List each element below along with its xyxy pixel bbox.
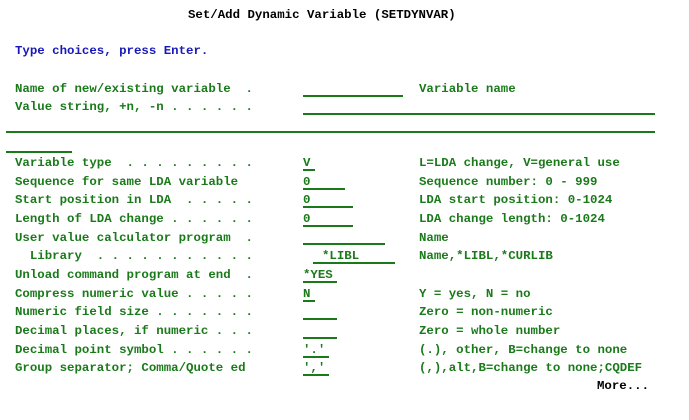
compress-numeric-underline xyxy=(303,300,315,302)
numeric-field-size-prompt: Numeric field size . . . . . . . xyxy=(15,305,253,319)
start-position-underline xyxy=(303,206,353,208)
calculator-program-help: Name xyxy=(419,231,449,245)
variable-name-prompt: Name of new/existing variable . xyxy=(15,82,253,96)
instructions: Type choices, press Enter. xyxy=(15,44,209,58)
variable-name-help: Variable name xyxy=(419,82,516,96)
value-string-continuation-line-end[interactable] xyxy=(6,151,72,153)
group-separator-prompt: Group separator; Comma/Quote ed xyxy=(15,361,246,375)
decimal-places-input[interactable] xyxy=(303,324,337,338)
sequence-underline xyxy=(303,188,345,190)
variable-type-prompt: Variable type . . . . . . . . . xyxy=(15,156,253,170)
library-underline xyxy=(313,262,395,264)
numeric-field-size-help: Zero = non-numeric xyxy=(419,305,553,319)
variable-type-help: L=LDA change, V=general use xyxy=(419,156,620,170)
screen: { "title": "Set/Add Dynamic Variable (SE… xyxy=(0,0,689,420)
compress-numeric-prompt: Compress numeric value . . . . . xyxy=(15,287,253,301)
calculator-program-prompt: User value calculator program . xyxy=(15,231,253,245)
library-prompt: Library . . . . . . . . . . . xyxy=(15,249,253,263)
value-string-underline xyxy=(303,113,655,115)
decimal-point-symbol-underline xyxy=(303,356,329,358)
numeric-field-size-input[interactable] xyxy=(303,305,337,319)
calculator-program-underline xyxy=(303,243,385,245)
compress-numeric-help: Y = yes, N = no xyxy=(419,287,531,301)
page-title: Set/Add Dynamic Variable (SETDYNVAR) xyxy=(188,8,456,22)
library-help: Name,*LIBL,*CURLIB xyxy=(419,249,553,263)
more-indicator: More... xyxy=(597,379,650,393)
decimal-point-symbol-prompt: Decimal point symbol . . . . . . xyxy=(15,343,253,357)
length-prompt: Length of LDA change . . . . . . xyxy=(15,212,253,226)
variable-name-underline xyxy=(303,95,403,97)
unload-program-prompt: Unload command program at end . xyxy=(15,268,253,282)
value-string-continuation-line[interactable] xyxy=(6,131,655,133)
start-position-help: LDA start position: 0-1024 xyxy=(419,193,613,207)
length-help: LDA change length: 0-1024 xyxy=(419,212,605,226)
sequence-prompt: Sequence for same LDA variable xyxy=(15,175,239,189)
decimal-places-prompt: Decimal places, if numeric . . . xyxy=(15,324,253,338)
decimal-places-underline xyxy=(303,337,337,339)
variable-type-underline xyxy=(303,169,315,171)
start-position-prompt: Start position in LDA . . . . . xyxy=(15,193,253,207)
numeric-field-size-underline xyxy=(303,318,337,320)
decimal-places-help: Zero = whole number xyxy=(419,324,561,338)
group-separator-underline xyxy=(303,374,329,376)
unload-program-underline xyxy=(303,281,337,283)
group-separator-help: (,),alt,B=change to none;CQDEF xyxy=(419,361,643,375)
value-string-prompt: Value string, +n, -n . . . . . . xyxy=(15,100,253,114)
sequence-help: Sequence number: 0 - 999 xyxy=(419,175,598,189)
decimal-point-symbol-help: (.), other, B=change to none xyxy=(419,343,628,357)
length-underline xyxy=(303,225,353,227)
